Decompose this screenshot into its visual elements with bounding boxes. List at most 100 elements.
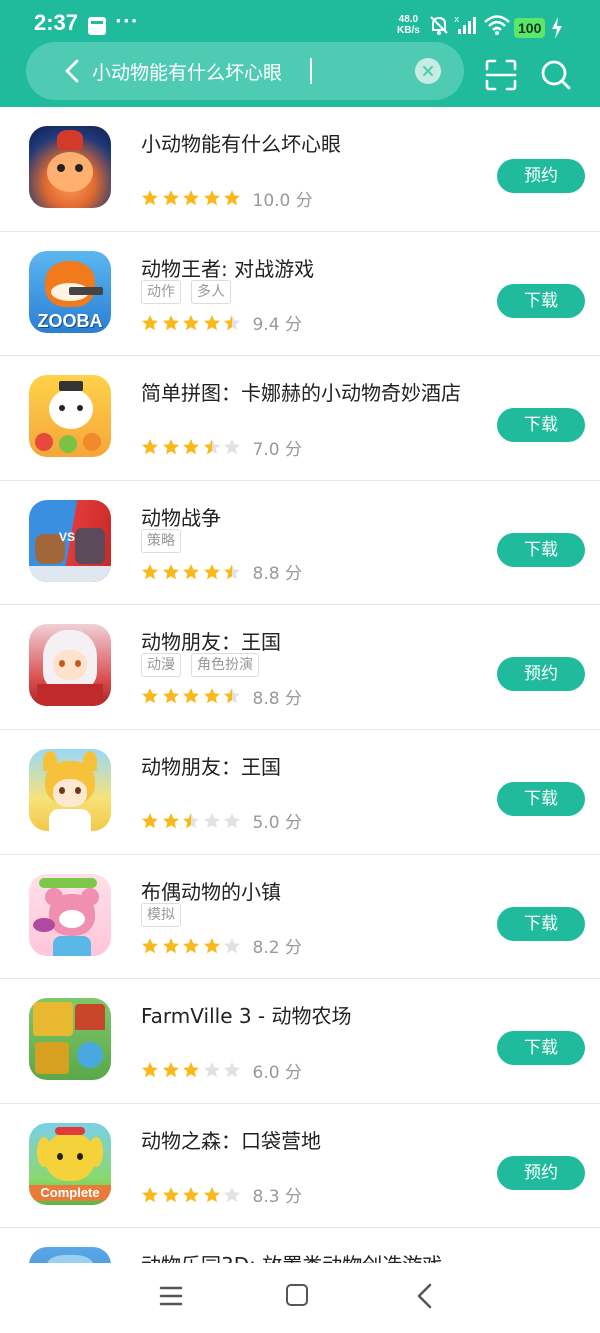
chevron-left-icon[interactable] bbox=[60, 58, 86, 84]
wifi-icon bbox=[484, 15, 510, 35]
star-filled-icon bbox=[183, 688, 199, 704]
tag: 动作 bbox=[141, 279, 181, 304]
app-icon-farmville[interactable] bbox=[29, 998, 111, 1081]
star-empty-icon bbox=[203, 1062, 220, 1078]
result-item[interactable]: 小动物能有什么坏心眼 10.0 分 预约 bbox=[0, 107, 600, 232]
download-button[interactable]: 下载 bbox=[497, 408, 585, 443]
app-icon-hamster[interactable] bbox=[29, 126, 111, 208]
result-item[interactable]: FarmVille 3 - 动物农场 6.0 分 下载 bbox=[0, 979, 600, 1104]
star-filled-icon bbox=[203, 1186, 220, 1203]
star-half-icon bbox=[224, 314, 240, 330]
close-circle-icon[interactable] bbox=[415, 58, 441, 84]
tag: 策略 bbox=[141, 528, 181, 553]
app-icon-animal-park-3d[interactable] bbox=[29, 1247, 111, 1263]
character-eye bbox=[59, 786, 65, 794]
fruit-orange bbox=[83, 433, 101, 452]
rating-score: 8.8 分 bbox=[252, 688, 302, 709]
star-filled-icon bbox=[142, 812, 158, 829]
app-icon-plush-town[interactable] bbox=[29, 873, 111, 956]
dog-ear bbox=[89, 1136, 103, 1167]
wheat-field bbox=[35, 1042, 69, 1075]
status-bar: 2:37 ··· 48.0 KB/s x 100 bbox=[0, 0, 600, 44]
top-bar: 2:37 ··· 48.0 KB/s x 100 bbox=[0, 0, 600, 107]
star-filled-icon bbox=[162, 563, 179, 580]
pond-shape bbox=[77, 1042, 103, 1069]
wolf-figure bbox=[75, 527, 105, 564]
svg-text:x: x bbox=[454, 15, 460, 25]
result-item[interactable]: 布偶动物的小镇 模拟 8.2 分 下载 bbox=[0, 855, 600, 980]
star-filled-icon bbox=[162, 812, 179, 829]
download-button[interactable]: 下载 bbox=[497, 906, 585, 941]
tag-list: 动漫 角色扮演 bbox=[141, 653, 269, 679]
reserve-button[interactable]: 预约 bbox=[497, 657, 585, 692]
network-speed-value: 48.0 bbox=[398, 14, 419, 25]
mute-bell-icon bbox=[430, 16, 448, 35]
download-button[interactable]: 下载 bbox=[497, 1031, 585, 1066]
star-empty-icon bbox=[224, 812, 240, 829]
star-filled-icon bbox=[142, 1186, 158, 1203]
isabelle-eye bbox=[77, 1152, 83, 1160]
cake-shape bbox=[33, 917, 55, 932]
search-input[interactable] bbox=[92, 56, 412, 86]
character-face bbox=[53, 778, 87, 807]
home-square-icon[interactable] bbox=[286, 1284, 308, 1306]
app-icon-kemono-friends[interactable] bbox=[29, 624, 111, 707]
reserve-button[interactable]: 预约 bbox=[497, 1155, 585, 1190]
result-item[interactable]: 简单拼图：卡娜赫的小动物奇妙酒店 7.0 分 下载 bbox=[0, 356, 600, 481]
star-filled-icon bbox=[142, 190, 158, 206]
tag: 动漫 bbox=[141, 653, 181, 678]
star-half-icon bbox=[203, 439, 220, 455]
result-item[interactable]: VS 动物战争 策略 8.8 分 下载 bbox=[0, 481, 600, 606]
download-button[interactable]: 下载 bbox=[497, 532, 585, 567]
app-icon-kanahei[interactable] bbox=[29, 375, 111, 458]
star-filled-icon bbox=[162, 688, 179, 704]
search-icon[interactable] bbox=[540, 58, 572, 92]
scan-icon[interactable] bbox=[484, 58, 518, 92]
download-button[interactable]: 下载 bbox=[497, 781, 585, 816]
star-filled-icon bbox=[162, 1186, 179, 1203]
star-half-icon bbox=[183, 812, 199, 829]
app-name: 动物之森：口袋营地 bbox=[141, 1128, 321, 1153]
app-name: 动物乐园3D: 放置类动物创造游戏 bbox=[141, 1249, 442, 1263]
bunny-figure bbox=[49, 389, 93, 430]
bear-ear bbox=[81, 887, 99, 906]
result-item[interactable]: 动物乐园3D: 放置类动物创造游戏 bbox=[0, 1228, 600, 1263]
character-eye bbox=[75, 786, 81, 794]
star-empty-icon bbox=[224, 439, 240, 455]
app-name: 小动物能有什么坏心眼 bbox=[141, 132, 341, 156]
ground-shape bbox=[29, 565, 111, 582]
bear-muzzle bbox=[59, 909, 85, 928]
status-time: 2:37 bbox=[34, 10, 79, 35]
star-rating: 8.8 分 bbox=[141, 685, 302, 709]
fruit-red bbox=[35, 433, 53, 452]
app-icon-zooba[interactable]: ZOOBA bbox=[29, 250, 111, 333]
star-filled-icon bbox=[203, 190, 220, 206]
reserve-button[interactable]: 预约 bbox=[497, 159, 585, 193]
network-speed: 48.0 KB/s bbox=[397, 14, 420, 36]
top-hat bbox=[59, 381, 83, 392]
result-item[interactable]: Complete 动物之森：口袋营地 8.3 分 预约 bbox=[0, 1104, 600, 1229]
complete-badge-text: Complete bbox=[29, 1184, 111, 1201]
app-icon-pocket-camp[interactable]: Complete bbox=[29, 1122, 111, 1205]
star-filled-icon bbox=[183, 563, 199, 580]
result-item[interactable]: 动物朋友：王国 5.0 分 下载 bbox=[0, 730, 600, 855]
app-icon-serval[interactable] bbox=[29, 748, 111, 831]
download-button[interactable]: 下载 bbox=[497, 283, 585, 318]
app-icon-animal-war[interactable]: VS bbox=[29, 499, 111, 582]
star-filled-icon bbox=[142, 439, 158, 455]
back-chevron-icon[interactable] bbox=[414, 1283, 436, 1309]
menu-icon[interactable] bbox=[159, 1285, 183, 1307]
rooster-comb bbox=[57, 130, 83, 150]
red-outfit bbox=[37, 684, 103, 707]
battery-indicator: 100 bbox=[514, 18, 546, 38]
system-nav-bar bbox=[0, 1263, 600, 1333]
star-filled-icon bbox=[183, 937, 199, 953]
rating-score: 7.0 分 bbox=[252, 439, 302, 460]
star-empty-icon bbox=[203, 812, 220, 829]
star-rating: 9.4 分 bbox=[141, 312, 302, 335]
result-item[interactable]: ZOOBA 动物王者: 对战游戏 动作 多人 9.4 分 下载 bbox=[0, 232, 600, 357]
result-item[interactable]: 动物朋友：王国 动漫 角色扮演 8.8 分 预约 bbox=[0, 605, 600, 730]
star-empty-icon bbox=[224, 937, 240, 953]
hamster-figure bbox=[47, 152, 93, 192]
isabelle-head bbox=[45, 1132, 95, 1181]
